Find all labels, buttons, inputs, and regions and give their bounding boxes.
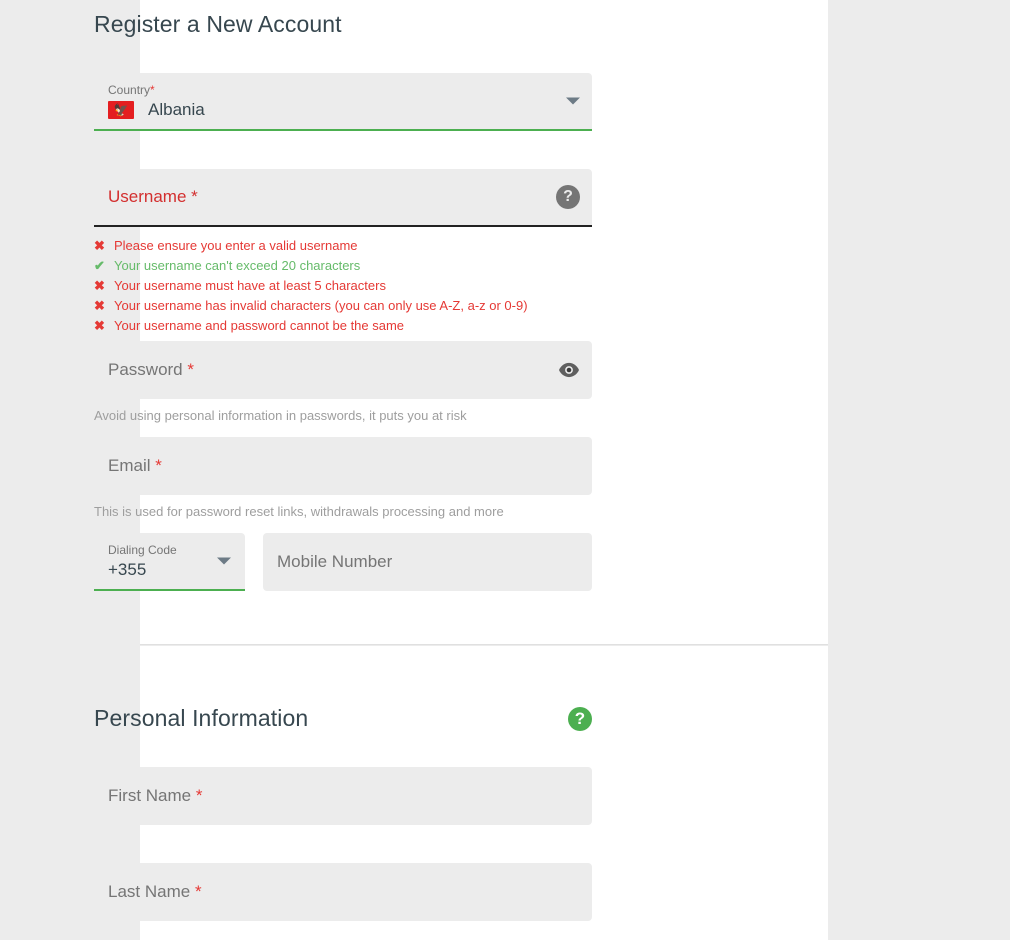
cross-icon: ✖ [94, 318, 105, 333]
username-input[interactable]: Username * ? [94, 169, 592, 227]
email-helper-text: This is used for password reset links, w… [94, 504, 504, 519]
help-circle-icon[interactable]: ? [568, 706, 592, 731]
page-title: Register a New Account [94, 11, 342, 37]
section-divider [140, 644, 828, 645]
password-placeholder: Password * [108, 360, 194, 380]
personal-heading-wrapper: Personal Information ? [94, 705, 594, 733]
last-name-placeholder-text: Last Name [108, 882, 191, 901]
country-select[interactable]: Country* 🦅 Albania [94, 73, 592, 131]
phone-row: Dialing Code +355 Mobile Number [94, 533, 592, 591]
chevron-down-icon[interactable] [566, 97, 580, 105]
eye-icon[interactable] [558, 362, 580, 378]
validation-text: Your username must have at least 5 chara… [114, 278, 386, 293]
password-required-asterisk: * [187, 360, 194, 379]
cross-icon: ✖ [94, 298, 105, 313]
heading-row: Personal Information ? [94, 705, 592, 733]
first-name-required-asterisk: * [195, 786, 203, 805]
country-selected-value: Albania [148, 100, 205, 119]
register-heading-row: Register a New Account [94, 11, 594, 39]
first-name-placeholder-text: First Name [108, 786, 192, 805]
username-validation-list: ✖ Please ensure you enter a valid userna… [94, 236, 592, 336]
last-name-input[interactable]: Last Name * [94, 863, 592, 921]
email-field-wrapper: Email * This is used for password reset … [94, 437, 594, 520]
username-placeholder: Username * [108, 187, 198, 207]
username-field-wrapper: Username * ? ✖ Please ensure you enter a… [94, 169, 594, 336]
list-item: ✖ Your username must have at least 5 cha… [94, 276, 592, 296]
country-label-text: Country [108, 82, 151, 97]
mobile-number-placeholder: Mobile Number [277, 552, 393, 571]
password-placeholder-text: Password [108, 360, 183, 379]
eye-icon-svg [559, 362, 579, 378]
validation-text: Your username and password cannot be the… [114, 318, 405, 333]
country-value-row: 🦅 Albania [108, 100, 578, 119]
dialing-code-value: +355 [108, 560, 147, 579]
list-item: ✖ Please ensure you enter a valid userna… [94, 236, 592, 256]
section-title: Personal Information [94, 705, 309, 731]
username-required-asterisk: * [191, 187, 198, 206]
check-icon: ✔ [94, 258, 105, 273]
list-item: ✖ Your username and password cannot be t… [94, 316, 592, 336]
password-field-wrapper: Password * Avoid using personal informat… [94, 341, 594, 424]
email-required-asterisk: * [155, 456, 162, 475]
registration-page: Register a New Account Country* 🦅 Albani… [0, 0, 1010, 940]
dialing-code-label: Dialing Code [108, 543, 177, 557]
list-item: ✔ Your username can't exceed 20 characte… [94, 256, 592, 276]
username-placeholder-text: Username [108, 187, 187, 206]
country-field-wrapper: Country* 🦅 Albania [94, 73, 594, 131]
dialing-code-select[interactable]: Dialing Code +355 [94, 533, 245, 591]
validation-text: Please ensure you enter a valid username [114, 238, 358, 253]
email-input[interactable]: Email * [94, 437, 592, 495]
country-select-content: Country* 🦅 Albania [108, 73, 578, 129]
first-name-placeholder: First Name * [108, 786, 202, 806]
email-placeholder-text: Email [108, 456, 151, 475]
validation-text: Your username can't exceed 20 characters [114, 258, 361, 273]
eagle-glyph: 🦅 [113, 102, 129, 117]
password-helper-text: Avoid using personal information in pass… [94, 408, 467, 423]
first-name-input[interactable]: First Name * [94, 767, 592, 825]
help-circle-glyph: ? [568, 706, 592, 731]
validation-text: Your username has invalid characters (yo… [114, 298, 528, 313]
albania-flag-icon: 🦅 [108, 100, 134, 119]
help-circle-glyph: ? [556, 185, 580, 209]
last-name-field-wrapper: Last Name * [94, 863, 594, 921]
chevron-down-glyph [566, 97, 580, 105]
cross-icon: ✖ [94, 278, 105, 293]
country-label: Country* [108, 84, 578, 96]
cross-icon: ✖ [94, 238, 105, 253]
first-name-field-wrapper: First Name * [94, 767, 594, 825]
help-circle-icon[interactable]: ? [556, 185, 580, 209]
last-name-required-asterisk: * [194, 882, 202, 901]
mobile-number-input[interactable]: Mobile Number [263, 533, 592, 591]
last-name-placeholder: Last Name * [108, 882, 202, 902]
phone-row-wrapper: Dialing Code +355 Mobile Number [94, 533, 594, 591]
email-placeholder: Email * [108, 456, 162, 476]
dialing-code-content: Dialing Code +355 [108, 533, 231, 589]
password-input[interactable]: Password * [94, 341, 592, 399]
country-required-asterisk: * [150, 82, 155, 97]
chevron-down-icon[interactable] [217, 557, 231, 565]
list-item: ✖ Your username has invalid characters (… [94, 296, 592, 316]
